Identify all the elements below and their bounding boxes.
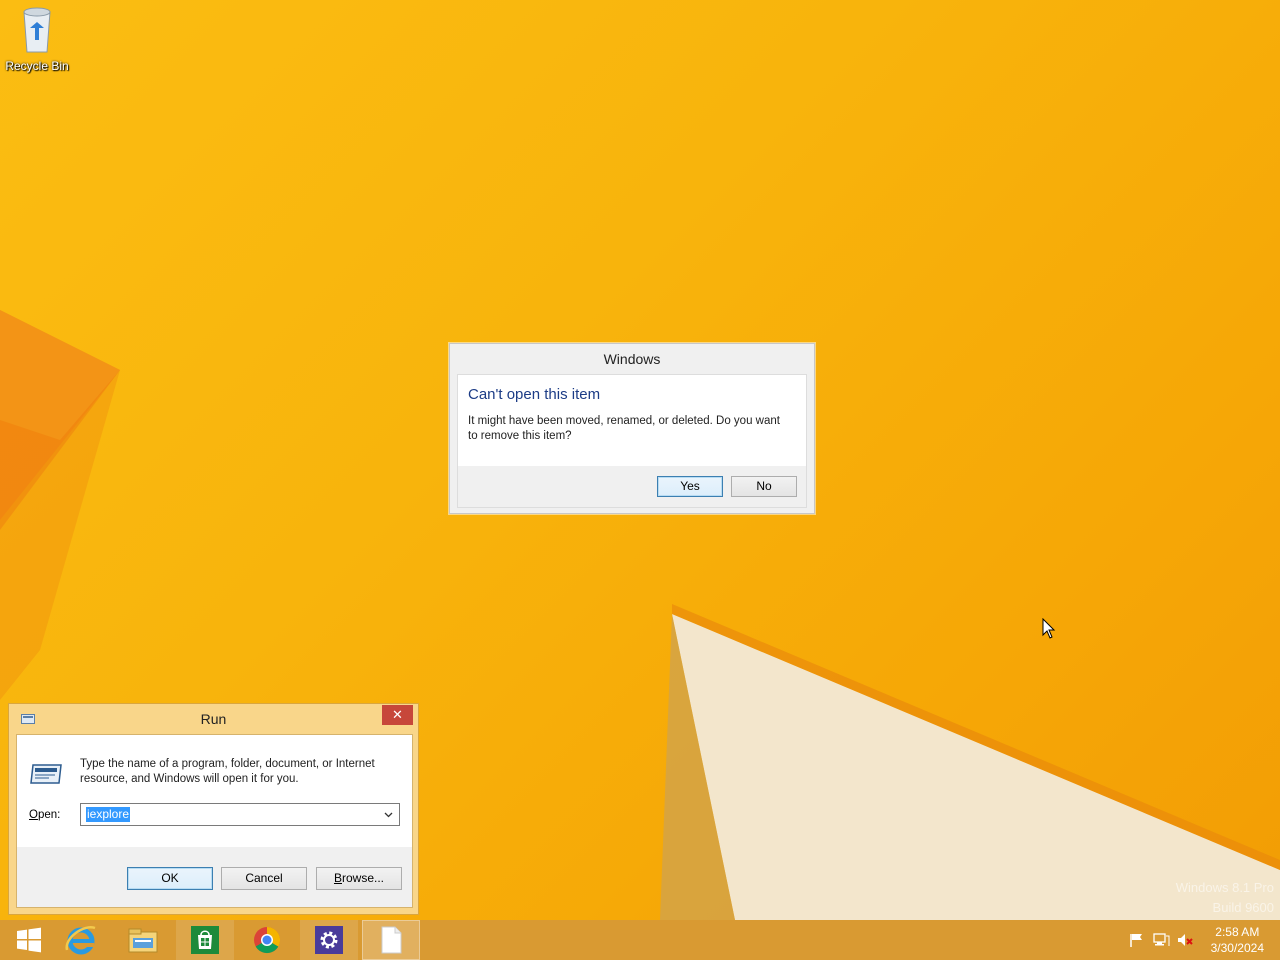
dialog-body: It might have been moved, renamed, or de… bbox=[468, 414, 796, 444]
open-label-text: pen: bbox=[37, 809, 61, 821]
file-explorer-icon bbox=[128, 928, 158, 953]
run-dialog-content: Type the name of a program, folder, docu… bbox=[16, 734, 413, 908]
dialog-content: Can't open this item It might have been … bbox=[457, 374, 807, 508]
no-button[interactable]: No bbox=[731, 476, 797, 497]
ok-button[interactable]: OK bbox=[127, 867, 213, 890]
internet-explorer-icon bbox=[65, 926, 96, 955]
taskbar-blank-document[interactable] bbox=[362, 920, 420, 960]
watermark-build: Build 9600 bbox=[1212, 900, 1274, 915]
clock-date: 3/30/2024 bbox=[1210, 941, 1264, 955]
recycle-bin-icon bbox=[23, 7, 51, 53]
dialog-body-line: It might have been moved, renamed, or de… bbox=[468, 415, 780, 427]
run-program-icon bbox=[30, 764, 62, 784]
taskbar-file-explorer[interactable] bbox=[114, 920, 172, 960]
close-button[interactable]: ✕ bbox=[382, 705, 413, 725]
taskbar-store[interactable] bbox=[176, 920, 234, 960]
chrome-icon bbox=[254, 926, 281, 954]
dialog-title: Windows bbox=[603, 351, 661, 367]
system-tray bbox=[1128, 920, 1194, 960]
error-dialog[interactable]: Windows Can't open this item It might ha… bbox=[449, 343, 815, 514]
dialog-body-line: to remove this item? bbox=[468, 430, 572, 442]
start-icon bbox=[17, 927, 41, 953]
run-description: Type the name of a program, folder, docu… bbox=[80, 757, 400, 787]
settings-icon bbox=[315, 926, 343, 954]
run-description-line: Type the name of a program, folder, docu… bbox=[80, 758, 375, 770]
taskbar-clock[interactable]: 2:58 AM 3/30/2024 bbox=[1211, 924, 1264, 956]
taskbar: 2:58 AM 3/30/2024 bbox=[0, 920, 1280, 960]
dialog-message-area: Can't open this item It might have been … bbox=[458, 375, 806, 466]
taskbar-chrome[interactable] bbox=[238, 920, 296, 960]
open-label: Open: bbox=[29, 809, 60, 821]
yes-button[interactable]: Yes bbox=[657, 476, 723, 497]
store-icon bbox=[191, 926, 219, 954]
browse-accelerator: B bbox=[333, 871, 342, 885]
blank-document-icon bbox=[381, 926, 402, 954]
start-button[interactable] bbox=[0, 920, 58, 960]
mouse-cursor-icon bbox=[1042, 618, 1056, 639]
taskbar-internet-explorer[interactable] bbox=[52, 920, 110, 960]
clock-time: 2:58 AM bbox=[1215, 925, 1260, 939]
run-dialog-main: Type the name of a program, folder, docu… bbox=[17, 735, 412, 847]
chevron-down-icon[interactable] bbox=[380, 806, 397, 823]
flag-icon[interactable] bbox=[1128, 932, 1146, 948]
network-icon[interactable] bbox=[1152, 932, 1170, 948]
dialog-heading: Can't open this item bbox=[468, 386, 601, 403]
run-dialog-title: Run bbox=[200, 711, 227, 727]
open-combobox[interactable]: iexplore bbox=[80, 803, 400, 826]
browse-label-text: rowse... bbox=[342, 871, 385, 885]
windows-watermark: Windows 8.1 Pro Build 9600 bbox=[1176, 878, 1274, 918]
cancel-button[interactable]: Cancel bbox=[221, 867, 307, 890]
volume-muted-icon[interactable] bbox=[1176, 932, 1194, 948]
desktop-icon-label: Recycle Bin bbox=[5, 59, 69, 73]
run-dialog[interactable]: Run ✕ Type the name of a program, folder… bbox=[8, 703, 419, 915]
taskbar-settings[interactable] bbox=[300, 920, 358, 960]
open-label-accelerator: O bbox=[29, 809, 38, 821]
run-description-line: resource, and Windows will open it for y… bbox=[80, 773, 299, 785]
open-input-value[interactable]: iexplore bbox=[86, 807, 131, 822]
desktop-icon-recycle-bin[interactable]: Recycle Bin bbox=[4, 6, 70, 73]
browse-button[interactable]: Browse... bbox=[316, 867, 402, 890]
watermark-edition: Windows 8.1 Pro bbox=[1175, 880, 1274, 895]
